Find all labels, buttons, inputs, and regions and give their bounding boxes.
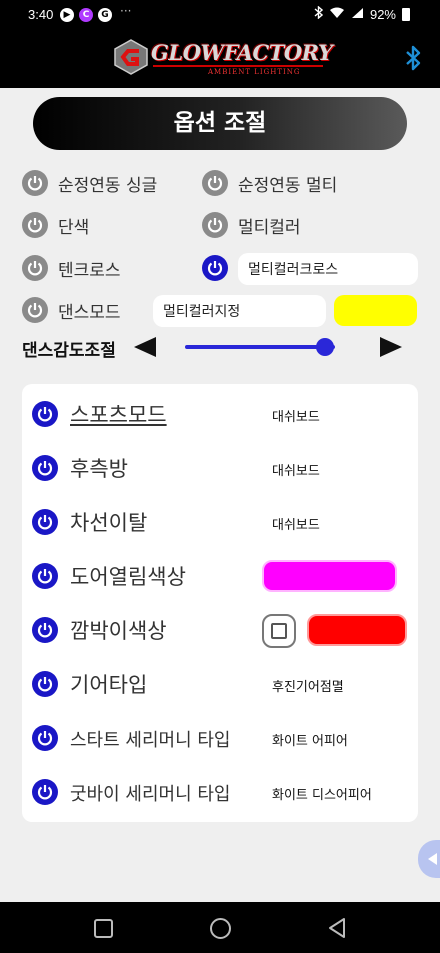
sensitivity-slider-thumb[interactable] [315, 338, 334, 356]
recent-apps-button[interactable] [94, 919, 113, 938]
increase-arrow-icon[interactable] [380, 337, 402, 357]
option-multi-color-cross-toggle[interactable] [202, 255, 228, 281]
settings-label: 스타트 세리머니 타입 [70, 730, 231, 751]
arrow-left-icon [428, 853, 437, 865]
settings-value[interactable]: 후진기어점멸 [272, 676, 344, 695]
app-icon: C [79, 8, 93, 22]
settings-label: 후측방 [70, 457, 128, 481]
power-icon[interactable] [32, 509, 58, 535]
logo-g-icon [114, 39, 148, 75]
settings-row-goodbye-ceremony[interactable]: 굿바이 세리머니 타입 화이트 디스어피어 [32, 772, 412, 812]
multi-color-fixed-field[interactable]: 멀티컬러지정 [153, 295, 326, 327]
brand-name: GLOWFACTORY [151, 40, 333, 65]
app-header: GLOWFACTORY AMBIENT LIGHTING [0, 30, 440, 88]
power-icon[interactable] [32, 401, 58, 427]
settings-row-lane-departure[interactable]: 차선이탈 대쉬보드 [32, 502, 412, 542]
sensitivity-slider-track[interactable] [185, 345, 335, 349]
settings-row-gear-type[interactable]: 기어타입 후진기어점멸 [32, 664, 412, 704]
brand-underline [153, 65, 323, 67]
settings-value[interactable]: 화이트 디스어피어 [272, 784, 372, 803]
home-button[interactable] [210, 918, 231, 939]
status-bar: 3:40 ▶ C G ··· 92% [0, 0, 440, 30]
settings-label: 도어열림색상 [70, 565, 186, 589]
settings-card: 스포츠모드 대쉬보드 후측방 대쉬보드 차선이탈 대쉬보드 도어열림색상 깜박이… [22, 384, 418, 822]
battery-icon [402, 7, 410, 21]
power-icon[interactable] [32, 563, 58, 589]
settings-label: 깜박이색상 [70, 619, 167, 643]
more-dots-icon: ··· [120, 4, 132, 18]
multi-color-cross-field[interactable]: 멀티컬러크로스 [238, 253, 418, 285]
option-single-color[interactable]: 단색 [22, 212, 89, 238]
power-icon [22, 297, 48, 323]
settings-value[interactable]: 화이트 어피어 [272, 730, 348, 749]
bluetooth-icon[interactable] [404, 45, 422, 71]
option-label: 댄스모드 [58, 302, 121, 323]
settings-value[interactable]: 대쉬보드 [272, 514, 320, 533]
wifi-icon [329, 7, 345, 22]
settings-row-start-ceremony[interactable]: 스타트 세리머니 타입 화이트 어피어 [32, 718, 412, 758]
option-label: 텐크로스 [58, 260, 121, 281]
settings-label: 스포츠모드 [70, 403, 167, 427]
options-screen: 옵션 조절 순정연동 싱글 순정연동 멀티 단색 멀티컬러 텐크로스 멀티컬러크… [0, 88, 440, 902]
settings-label: 굿바이 세리머니 타입 [70, 784, 231, 805]
decrease-arrow-icon[interactable] [134, 337, 156, 357]
sensitivity-label: 댄스감도조절 [22, 341, 116, 361]
side-panel-handle[interactable] [418, 840, 440, 878]
power-icon[interactable] [32, 671, 58, 697]
power-icon[interactable] [32, 779, 58, 805]
signal-icon [351, 7, 364, 22]
brand-tagline: AMBIENT LIGHTING [208, 68, 301, 76]
power-icon[interactable] [32, 725, 58, 751]
power-icon [202, 170, 228, 196]
settings-value[interactable]: 대쉬보드 [272, 406, 320, 425]
settings-value[interactable]: 대쉬보드 [272, 460, 320, 479]
power-icon [22, 170, 48, 196]
option-pure-multi[interactable]: 순정연동 멀티 [202, 170, 337, 196]
option-pure-single[interactable]: 순정연동 싱글 [22, 170, 157, 196]
option-techno-cross[interactable]: 텐크로스 [22, 255, 121, 281]
settings-row-door-open-color[interactable]: 도어열림색상 [32, 556, 412, 596]
system-nav-bar [0, 902, 440, 953]
brand-logo: GLOWFACTORY AMBIENT LIGHTING [113, 38, 333, 80]
option-multi-color[interactable]: 멀티컬러 [202, 212, 301, 238]
page-title: 옵션 조절 [33, 97, 407, 150]
option-label: 단색 [58, 217, 90, 238]
blinker-option-button[interactable] [262, 614, 296, 648]
square-icon [271, 623, 287, 639]
blinker-color-swatch[interactable] [307, 614, 407, 646]
option-label: 순정연동 싱글 [58, 175, 158, 196]
dance-color-swatch[interactable] [334, 295, 417, 326]
power-icon [202, 212, 228, 238]
settings-row-blind-spot[interactable]: 후측방 대쉬보드 [32, 448, 412, 488]
option-dance-mode[interactable]: 댄스모드 [22, 297, 121, 323]
power-icon [202, 255, 228, 281]
door-color-swatch[interactable] [262, 560, 397, 592]
battery-percent: 92% [369, 6, 396, 22]
settings-label: 차선이탈 [70, 511, 148, 535]
power-icon[interactable] [32, 617, 58, 643]
settings-row-blinker-color[interactable]: 깜박이색상 [32, 610, 412, 650]
bluetooth-icon [314, 5, 324, 22]
back-button[interactable] [327, 917, 347, 939]
status-time: 3:40 [28, 7, 54, 22]
settings-row-sports-mode[interactable]: 스포츠모드 대쉬보드 [32, 394, 412, 434]
option-label: 멀티컬러 [238, 217, 301, 238]
settings-label: 기어타입 [70, 673, 148, 697]
play-icon: ▶ [60, 8, 74, 22]
google-icon: G [98, 8, 112, 22]
option-label: 순정연동 멀티 [238, 175, 338, 196]
power-icon [22, 212, 48, 238]
power-icon[interactable] [32, 455, 58, 481]
power-icon [22, 255, 48, 281]
